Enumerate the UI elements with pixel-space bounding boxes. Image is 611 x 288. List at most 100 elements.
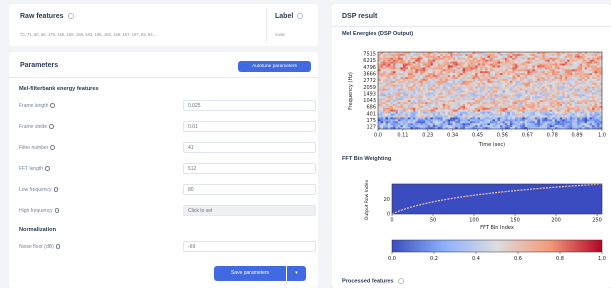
heatmap-cell	[422, 103, 426, 107]
high-frequency-input[interactable]: Click to set	[183, 205, 316, 216]
heatmap-cell	[427, 82, 431, 85]
help-icon[interactable]	[67, 13, 74, 20]
heatmap-cell	[572, 117, 575, 120]
heatmap-cell	[567, 73, 570, 76]
heatmap-cell	[412, 96, 416, 99]
filter-number-input[interactable]: 41	[183, 142, 316, 153]
heatmap-cell	[467, 96, 471, 99]
heatmap-cell	[435, 105, 438, 109]
heatmap-cell	[514, 80, 518, 84]
frame-stride-input[interactable]: 0.01	[183, 121, 316, 132]
help-icon[interactable]	[53, 187, 59, 192]
heatmap-cell	[457, 52, 461, 55]
heatmap-cell	[475, 103, 478, 107]
heatmap-cell	[577, 61, 580, 64]
heatmap-cell	[397, 107, 401, 110]
heatmap-cell	[490, 53, 493, 57]
fft-length-input[interactable]: 512	[183, 163, 316, 174]
heatmap-cell	[467, 102, 471, 105]
heatmap-cell	[597, 77, 600, 80]
heatmap-cell	[519, 67, 523, 70]
heatmap-cell	[472, 100, 476, 103]
heatmap-cell	[482, 121, 486, 124]
heatmap-cell	[402, 59, 406, 62]
heatmap-cell	[594, 119, 598, 122]
heatmap-cell	[472, 77, 476, 80]
heatmap-cell	[402, 115, 406, 118]
heatmap-cell	[435, 78, 438, 82]
heatmap-cell	[395, 78, 399, 82]
heatmap-cell	[544, 123, 548, 126]
help-icon[interactable]	[50, 145, 55, 150]
heatmap-cell	[387, 69, 391, 72]
heatmap-cell	[522, 107, 526, 110]
low-frequency-input[interactable]: 80	[183, 184, 316, 195]
heatmap-cell	[532, 53, 535, 57]
heatmap-cell	[390, 61, 394, 64]
heatmap-cell	[397, 121, 401, 124]
heatmap-cell	[494, 82, 498, 85]
heatmap-cell	[497, 92, 501, 95]
heatmap-cell	[564, 75, 568, 78]
heatmap-cell	[554, 78, 558, 82]
heatmap-cell	[490, 52, 493, 55]
save-parameters-button[interactable]: Save parameters	[214, 266, 286, 281]
help-icon[interactable]	[49, 124, 54, 129]
heatmap-cell	[380, 105, 384, 109]
heatmap-cell	[542, 102, 545, 105]
heatmap-cell	[552, 102, 555, 105]
heatmap-cell	[400, 109, 404, 112]
heatmap-cell	[564, 63, 568, 66]
heatmap-cell	[440, 78, 443, 82]
heatmap-cell	[400, 103, 404, 107]
help-icon[interactable]	[397, 278, 404, 284]
frame-length-input[interactable]: 0.025	[183, 100, 316, 111]
heatmap-cell	[462, 98, 466, 101]
heatmap-cell	[542, 71, 545, 74]
heatmap-cell	[542, 123, 545, 126]
help-icon[interactable]	[50, 103, 55, 108]
heatmap-cell	[562, 119, 565, 122]
noise-floor-input[interactable]: -69	[183, 241, 316, 252]
heatmap-cell	[587, 102, 590, 105]
save-dropdown-button[interactable]: ▾	[287, 266, 306, 281]
heatmap-cell	[579, 103, 583, 107]
heatmap-cell	[380, 61, 384, 64]
heatmap-cell	[534, 75, 538, 78]
heatmap-cell	[549, 86, 553, 89]
help-icon[interactable]	[45, 166, 50, 171]
heatmap-cell	[554, 109, 558, 112]
filter-number-label-text: Filter number	[19, 145, 49, 151]
heatmap-cell	[542, 52, 545, 55]
heatmap-cell	[517, 84, 521, 87]
heatmap-cell	[572, 94, 575, 97]
heatmap-cell	[422, 121, 426, 124]
heatmap-cell	[470, 55, 473, 58]
heatmap-cell	[402, 61, 406, 64]
heatmap-cell	[584, 53, 588, 57]
heatmap-cell	[522, 105, 526, 109]
heatmap-cell	[485, 88, 488, 91]
heatmap-cell	[482, 96, 486, 99]
heatmap-cell	[519, 115, 523, 118]
heatmap-cell	[572, 67, 575, 70]
heatmap-cell	[514, 103, 518, 107]
help-icon[interactable]	[55, 244, 61, 249]
heatmap-cell	[465, 78, 468, 82]
heatmap-cell	[559, 102, 563, 105]
heatmap-cell	[559, 73, 563, 76]
help-icon[interactable]	[297, 13, 304, 20]
heatmap-cell	[407, 92, 411, 95]
heatmap-cell	[422, 53, 426, 57]
autotune-button[interactable]: Autotune parameters	[238, 61, 311, 72]
heatmap-cell	[514, 96, 518, 99]
heatmap-cell	[422, 67, 426, 70]
y-tick-label: 127	[366, 125, 376, 131]
heatmap-cell	[542, 115, 545, 118]
heatmap-cell	[482, 78, 486, 82]
heatmap-cell	[564, 71, 568, 74]
heatmap-cell	[427, 103, 431, 107]
help-icon[interactable]	[54, 208, 60, 213]
heatmap-cell	[432, 90, 436, 93]
heatmap-cell	[589, 125, 593, 128]
